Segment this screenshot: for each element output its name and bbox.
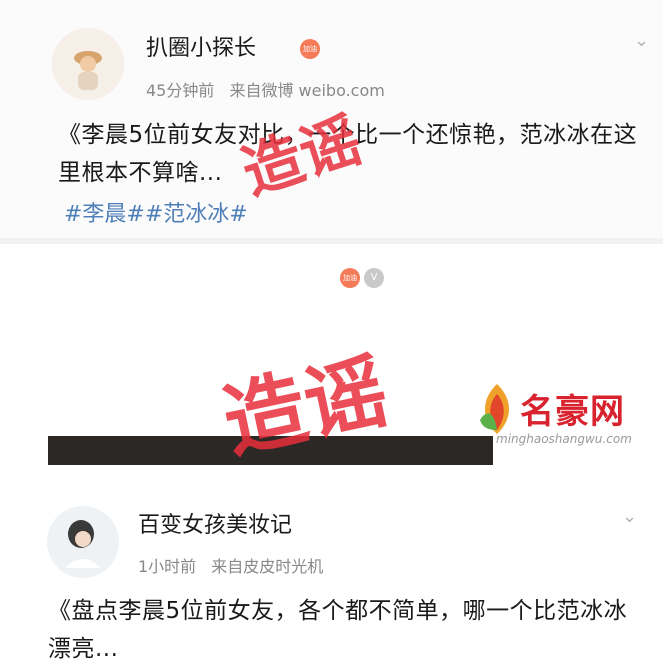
user-avatar[interactable] (47, 506, 119, 578)
username[interactable]: 扒圈小探长 (146, 30, 256, 62)
user-avatar[interactable] (52, 28, 124, 100)
username[interactable]: 百变女孩美妆记 (138, 507, 292, 539)
hashtags[interactable]: #李晨##范冰冰# (64, 196, 248, 228)
member-badge-icon: 加油 (300, 39, 320, 59)
post-source: 来自皮皮时光机 (211, 557, 324, 576)
post-time: 1小时前 (138, 557, 197, 576)
watermark-url: minghaoshangwu.com (496, 432, 632, 446)
chevron-down-icon[interactable]: ⌄ (622, 506, 637, 527)
post-text: 《盘点李晨5位前女友，各个都不简单，哪一个比范冰冰漂亮... (48, 598, 628, 662)
watermark-name: 名豪网 (520, 392, 625, 432)
chevron-down-icon[interactable]: ⌄ (634, 30, 649, 51)
site-watermark: 名豪网 minghaoshangwu.com (470, 378, 660, 458)
leaf-logo-icon (480, 384, 510, 434)
post-time: 45分钟前 (146, 81, 215, 100)
post-meta: 1小时前 来自皮皮时光机 (138, 553, 333, 577)
member-badge-icon: 加油 (340, 268, 360, 288)
verified-badge-icon: V (364, 268, 384, 288)
post-meta: 45分钟前 来自微博 weibo.com (146, 77, 395, 101)
post-source: 来自微博 weibo.com (229, 81, 385, 100)
